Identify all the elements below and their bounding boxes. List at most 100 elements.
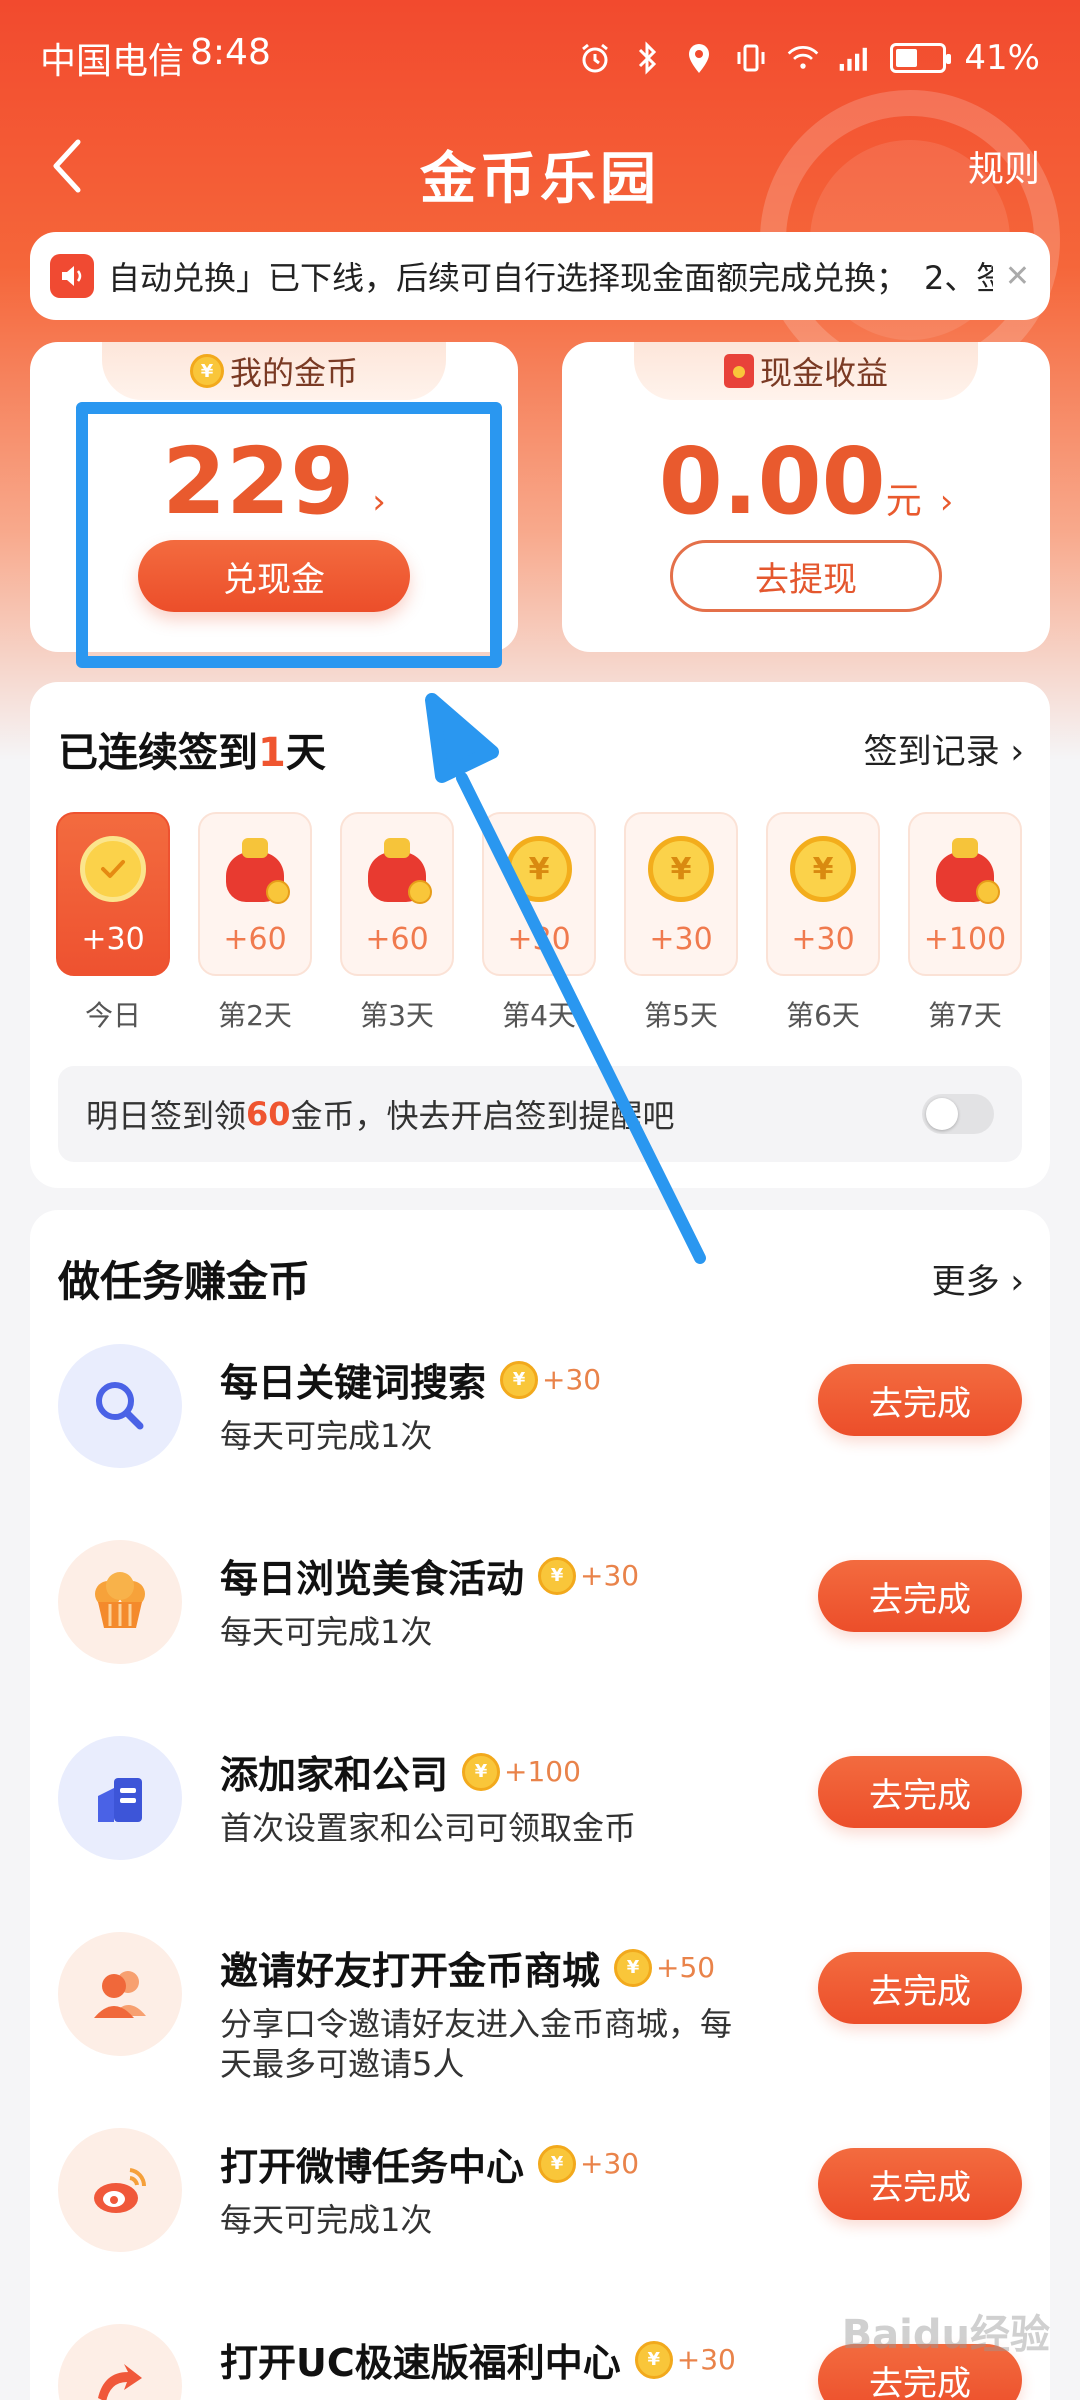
coin-icon: ¥ — [634, 2340, 673, 2379]
task-name: 每日浏览美食活动 ¥ +30 — [220, 1548, 639, 1603]
day-amount: +30 — [791, 922, 855, 957]
coin-icon: ¥ — [462, 1752, 501, 1791]
check-icon — [80, 836, 146, 902]
reminder-prefix: 明日签到领 — [86, 1097, 247, 1135]
red-bag-icon — [220, 834, 290, 904]
checkin-day[interactable]: ¥ +30 第4天 — [482, 812, 596, 1034]
red-bag-icon — [930, 834, 1000, 904]
checkin-day[interactable]: +60 第2天 — [198, 812, 312, 1034]
cash-earnings-tab: 现金收益 — [634, 342, 978, 400]
checkin-day[interactable]: ¥ +30 第5天 — [624, 812, 738, 1034]
checkin-day-box: ¥ +30 — [482, 812, 596, 976]
day-label: 第5天 — [644, 999, 718, 1032]
carrier-name: 中国电信 — [40, 41, 185, 82]
task-title: 邀请好友打开金币商城 — [220, 1949, 601, 1993]
checkin-day-box: ¥ +30 — [766, 812, 880, 976]
complete-task-button[interactable]: 去完成 — [818, 1756, 1022, 1828]
coin-icon: ¥ — [614, 1948, 653, 1987]
withdraw-button[interactable]: 去提现 — [670, 540, 942, 612]
cash-balance[interactable]: 0.00元 › — [562, 428, 1050, 535]
task-name: 打开微博任务中心 ¥ +30 — [220, 2136, 639, 2191]
checkin-day[interactable]: ¥ +30 第6天 — [766, 812, 880, 1034]
uc-icon — [58, 2324, 182, 2400]
task-name: 邀请好友打开金币商城 ¥ +50 — [220, 1940, 715, 1995]
chevron-right-icon: › — [372, 482, 386, 522]
notice-text: 自动兑换」已下线，后续可自行选择现金面额完成兑换； 2、签到 — [108, 259, 993, 297]
task-reward: ¥ +100 — [462, 1752, 581, 1791]
streak-count: 1 — [258, 730, 286, 776]
task-reward: ¥ +30 — [538, 2144, 639, 2183]
close-icon[interactable]: ✕ — [1005, 259, 1030, 294]
my-coins-tab: ¥ 我的金币 — [102, 342, 446, 400]
task-name: 每日关键词搜索 ¥ +30 — [220, 1352, 601, 1407]
checkin-record-link[interactable]: 签到记录 › — [864, 724, 1024, 773]
battery-icon — [890, 43, 952, 73]
coin-icon: ¥ — [506, 836, 572, 902]
coin-balance[interactable]: 229 › — [30, 428, 518, 535]
task-title: 打开UC极速版福利中心 — [220, 2341, 621, 2385]
complete-task-button[interactable]: 去完成 — [818, 1560, 1022, 1632]
complete-task-button[interactable]: 去完成 — [818, 1364, 1022, 1436]
day-amount: +30 — [649, 922, 713, 957]
red-envelope-icon — [723, 354, 754, 388]
alarm-icon — [578, 41, 612, 75]
cash-balance-value: 0.00 — [658, 428, 886, 535]
task-title: 添加家和公司 — [220, 1753, 449, 1797]
complete-task-button[interactable]: 去完成 — [818, 1952, 1022, 2024]
watermark-logo: Baidu经验 — [841, 2312, 1050, 2358]
exchange-cash-button[interactable]: 兑现金 — [138, 540, 410, 612]
bluetooth-icon — [630, 41, 664, 75]
task-reward: ¥ +30 — [634, 2340, 736, 2379]
battery-level — [896, 49, 917, 67]
cupcake-icon — [58, 1540, 182, 1664]
task-item: 每日浏览美食活动 ¥ +30 每天可完成1次 去完成 — [58, 1540, 1022, 1690]
reward-amount: +50 — [656, 1951, 716, 1984]
more-tasks-link[interactable]: 更多 › — [932, 1254, 1024, 1303]
task-item: 邀请好友打开金币商城 ¥ +50 分享口令邀请好友进入金币商城，每天最多可邀请5人… — [58, 1932, 1022, 2083]
location-icon — [682, 41, 716, 75]
task-item: 每日关键词搜索 ¥ +30 每天可完成1次 去完成 — [58, 1344, 1022, 1494]
reward-amount: +30 — [580, 1559, 640, 1592]
tasks-card: 做任务赚金币 更多 › 每日关键词搜索 ¥ +30 每天可完成1次 去完成 每日浏… — [30, 1210, 1050, 2400]
reward-amount: +30 — [676, 2343, 736, 2376]
task-item: 打开微博任务中心 ¥ +30 每天可完成1次 去完成 — [58, 2128, 1022, 2278]
speaker-icon — [50, 254, 94, 298]
checkin-streak-title: 已连续签到1天 — [58, 720, 326, 778]
task-description: 每天可完成1次 — [220, 1613, 433, 1651]
checkin-day-box: +60 — [340, 812, 454, 976]
coin-icon: ¥ — [538, 1556, 577, 1595]
task-reward: ¥ +30 — [538, 1556, 640, 1595]
notice-banner[interactable]: 自动兑换」已下线，后续可自行选择现金面额完成兑换； 2、签到 ✕ — [30, 232, 1050, 320]
checkin-day[interactable]: +30 今日 — [56, 812, 170, 1034]
checkin-reminder: 明日签到领 60 金币，快去开启签到提醒吧 — [58, 1066, 1022, 1162]
day-amount: +100 — [923, 922, 1007, 957]
task-item: 添加家和公司 ¥ +100 首次设置家和公司可领取金币 去完成 — [58, 1736, 1022, 1886]
cellular-signal-icon — [838, 41, 872, 75]
my-coins-card: ¥ 我的金币 229 › 兑现金 — [30, 342, 518, 652]
tasks-title: 做任务赚金币 — [58, 1257, 311, 1306]
coin-balance-value: 229 — [162, 428, 355, 535]
checkin-day-box: +60 — [198, 812, 312, 976]
rules-link[interactable]: 规则 — [968, 140, 1040, 192]
reminder-amount: 60 — [246, 1095, 291, 1133]
checkin-day[interactable]: +60 第3天 — [340, 812, 454, 1034]
task-name: 打开UC极速版福利中心 ¥ +30 — [220, 2332, 736, 2387]
complete-task-button[interactable]: 去完成 — [818, 2148, 1022, 2220]
day-label: 今日 — [84, 999, 141, 1032]
reward-amount: +100 — [504, 1755, 581, 1788]
battery-percentage: 41% — [964, 38, 1040, 78]
day-label: 第4天 — [502, 999, 576, 1032]
checkin-day[interactable]: +100 第7天 — [908, 812, 1022, 1034]
coin-icon: ¥ — [648, 836, 714, 902]
my-coins-label: 我的金币 — [229, 354, 358, 392]
streak-suffix: 天 — [285, 730, 326, 776]
day-label: 第6天 — [786, 999, 860, 1032]
search-icon — [58, 1344, 182, 1468]
reward-amount: +30 — [542, 1363, 602, 1396]
task-title: 每日浏览美食活动 — [220, 1557, 525, 1601]
reminder-toggle[interactable] — [922, 1094, 994, 1134]
checkin-day-box: ¥ +30 — [624, 812, 738, 976]
chevron-right-icon: › — [939, 482, 954, 522]
toggle-knob — [926, 1098, 958, 1130]
weibo-icon — [58, 2128, 182, 2252]
